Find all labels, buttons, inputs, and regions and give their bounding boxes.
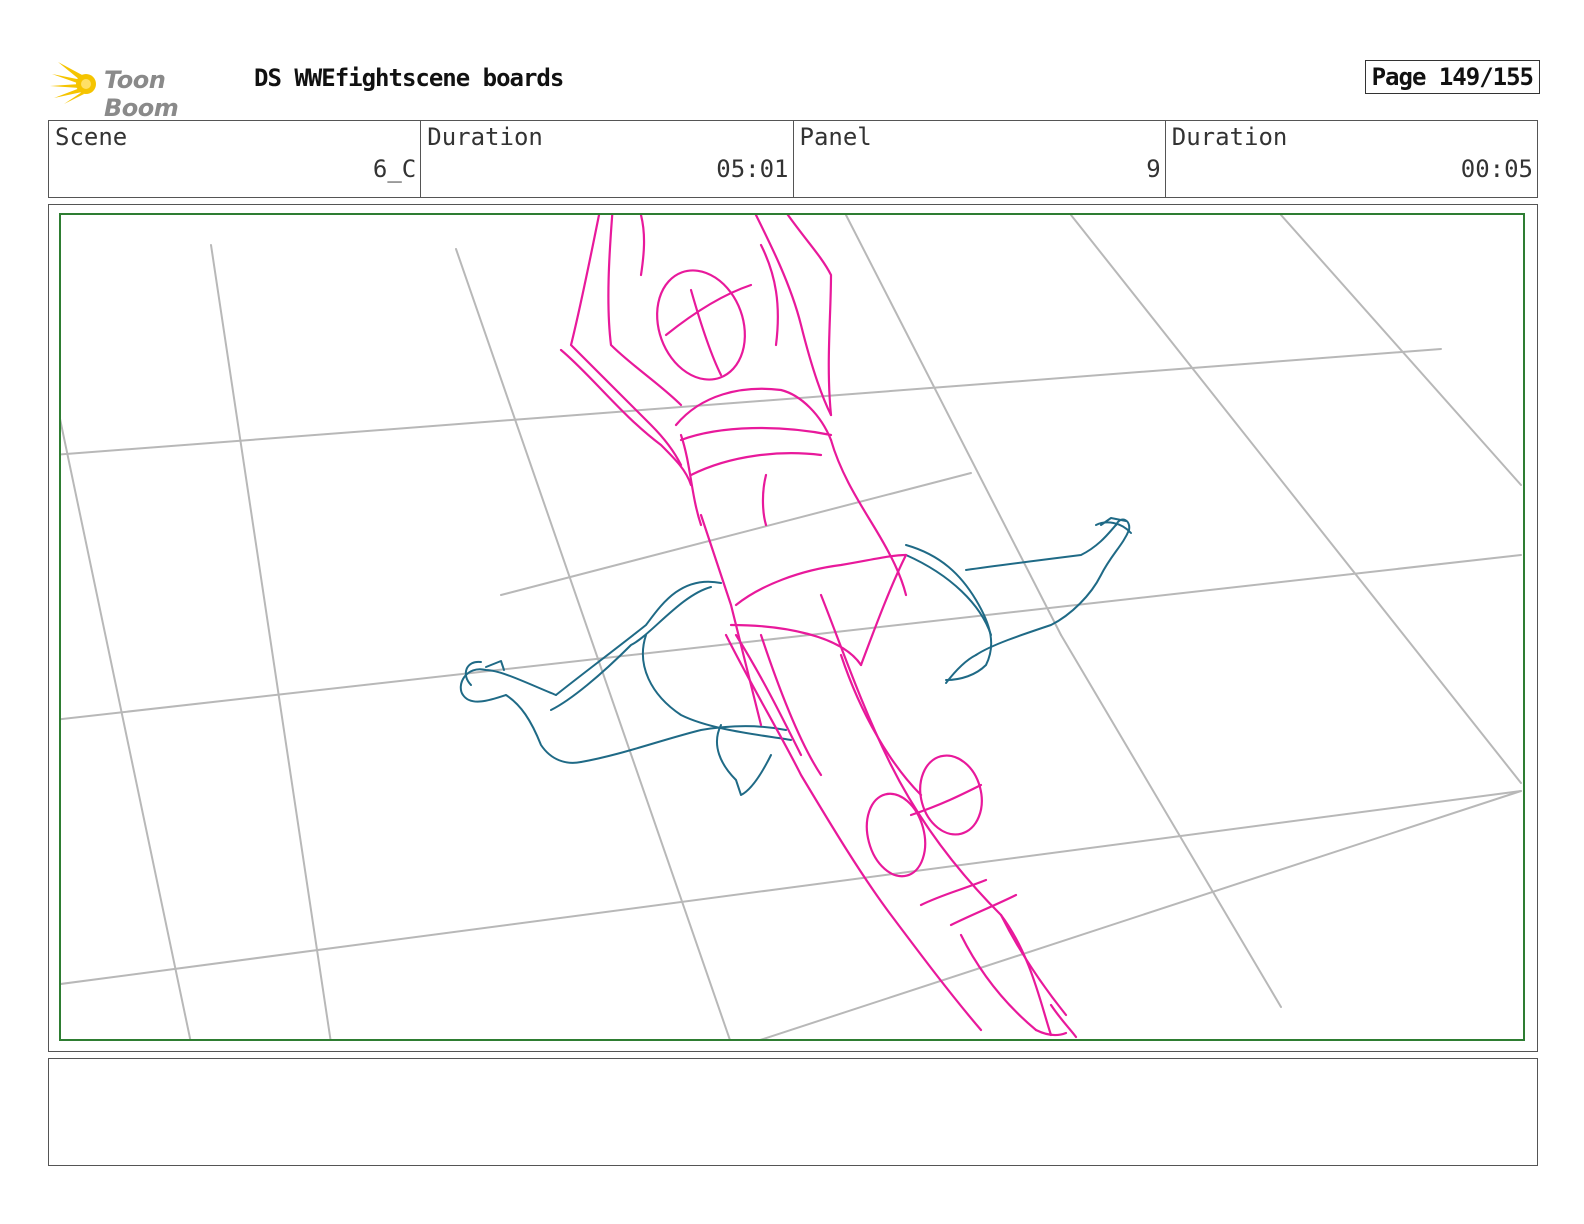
toon-boom-logo: Toon Boom — [50, 56, 240, 122]
scene-duration-label: Duration — [427, 123, 543, 151]
panel-duration-value: 00:05 — [1460, 155, 1533, 183]
document-title: DS WWEfightscene boards — [254, 64, 564, 92]
safe-frame — [59, 213, 1525, 1041]
panel-label: Panel — [799, 123, 872, 151]
scene-duration-cell: Duration 05:01 — [421, 121, 794, 197]
bottom-figure-sketch — [459, 517, 1132, 796]
top-figure-sketch — [559, 215, 1078, 1039]
panel-drawing — [61, 215, 1522, 1039]
panel-value: 9 — [1146, 155, 1161, 183]
page-indicator: Page 149/155 — [1364, 60, 1540, 94]
scene-value: 6_C — [372, 155, 417, 183]
scene-info-table: Scene 6_C Duration 05:01 Panel 9 Duratio… — [48, 120, 1538, 198]
panel-notes-box[interactable] — [48, 1058, 1538, 1166]
floor-grid — [61, 215, 1522, 1039]
scene-duration-value: 05:01 — [716, 155, 789, 183]
scene-cell: Scene 6_C — [49, 121, 422, 197]
panel-cell: Panel 9 — [794, 121, 1166, 197]
panel-duration-label: Duration — [1171, 123, 1288, 151]
scene-label: Scene — [55, 123, 128, 151]
starburst-icon — [50, 62, 96, 104]
header: Toon Boom DS WWEfightscene boards Page 1… — [50, 56, 1540, 122]
panel-duration-cell: Duration 00:05 — [1166, 121, 1537, 197]
logo-wordmark: Toon Boom — [104, 66, 179, 122]
storyboard-panel — [48, 204, 1538, 1052]
